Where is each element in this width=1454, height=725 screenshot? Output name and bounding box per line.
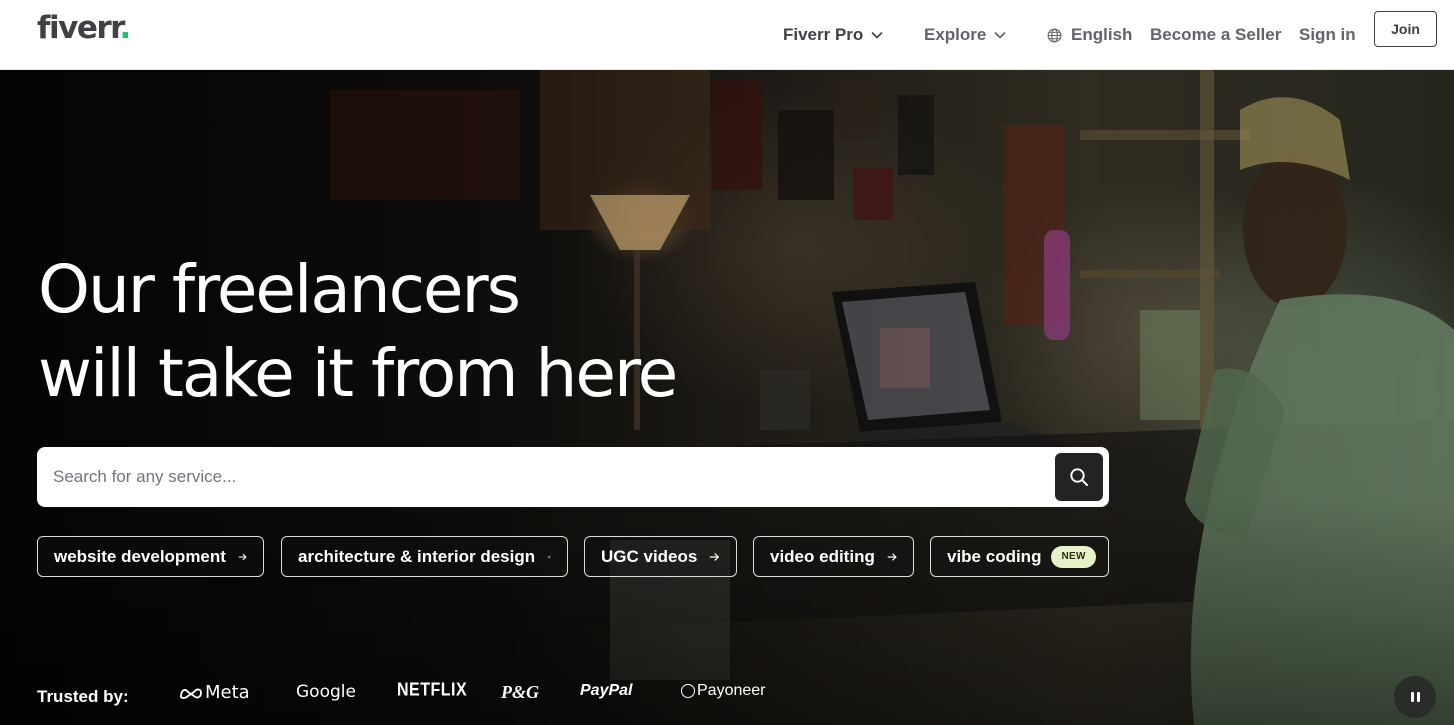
search-input[interactable]: [37, 447, 1047, 507]
arrow-right-icon: [887, 552, 897, 561]
nav-language-label: English: [1071, 25, 1133, 44]
search-button[interactable]: [1055, 453, 1103, 501]
pause-icon: [1409, 692, 1421, 702]
logo-text: fiverr: [37, 10, 121, 46]
chip-label: architecture & interior design: [298, 546, 536, 566]
payoneer-logo-text: Payoneer: [697, 682, 766, 699]
meta-logo-text: Meta: [205, 682, 250, 703]
pg-logo: P&G: [501, 682, 539, 702]
chip-video-editing[interactable]: video editing: [753, 536, 914, 577]
nav-sign-in[interactable]: Sign in: [1299, 0, 1356, 70]
arrow-right-icon: [547, 555, 551, 558]
chip-architecture-interior-design[interactable]: architecture & interior design: [281, 536, 568, 577]
trusted-by-label: Trusted by:: [37, 687, 129, 706]
site-header: fiverr. Fiverr Pro Explore English Becom…: [0, 0, 1454, 70]
nav-language[interactable]: English: [1047, 0, 1132, 70]
search-icon: [1070, 468, 1088, 486]
chip-vibe-coding[interactable]: vibe coding NEW: [930, 536, 1109, 577]
meta-infinity-icon: [180, 688, 202, 699]
google-logo: Google: [296, 682, 356, 702]
chip-label: website development: [54, 546, 226, 566]
sign-in-link: Sign in: [1299, 25, 1356, 44]
headline-line-1: Our freelancers: [38, 251, 521, 328]
arrow-right-icon: [710, 552, 720, 561]
headline-line-2: will take it from here: [38, 335, 678, 412]
search-bar: [37, 447, 1109, 507]
meta-logo: Meta: [179, 682, 250, 703]
fiverr-logo[interactable]: fiverr.: [37, 8, 132, 48]
globe-icon: [1047, 28, 1062, 42]
new-badge: NEW: [1051, 545, 1096, 568]
nav-become-seller[interactable]: Become a Seller: [1150, 0, 1281, 70]
chip-website-development[interactable]: website development: [37, 536, 264, 577]
hero-section: Our freelancers will take it from here w…: [0, 70, 1454, 725]
chip-ugc-videos[interactable]: UGC videos: [584, 536, 737, 577]
chip-label: video editing: [770, 546, 875, 566]
nav-fiverr-pro[interactable]: Fiverr Pro: [783, 0, 883, 70]
arrow-right-icon: [238, 553, 247, 560]
netflix-logo: NETFLIX: [397, 680, 468, 701]
logo-dot: .: [119, 10, 132, 46]
hero-headline: Our freelancers will take it from here: [38, 248, 678, 416]
chip-label: vibe coding: [947, 546, 1042, 566]
chip-label: UGC videos: [601, 546, 698, 566]
nav-explore[interactable]: Explore: [924, 0, 1006, 70]
join-button[interactable]: Join: [1374, 11, 1437, 47]
nav-fiverr-pro-label: Fiverr Pro: [783, 25, 864, 44]
payoneer-ring-icon: [681, 684, 695, 698]
paypal-logo: PayPal: [580, 682, 633, 699]
nav-explore-label: Explore: [924, 25, 987, 44]
video-pause-button[interactable]: [1394, 676, 1436, 718]
payoneer-logo: Payoneer: [681, 682, 766, 700]
chevron-down-icon: [994, 31, 1006, 39]
become-seller-link: Become a Seller: [1150, 25, 1282, 44]
chevron-down-icon: [871, 31, 883, 39]
